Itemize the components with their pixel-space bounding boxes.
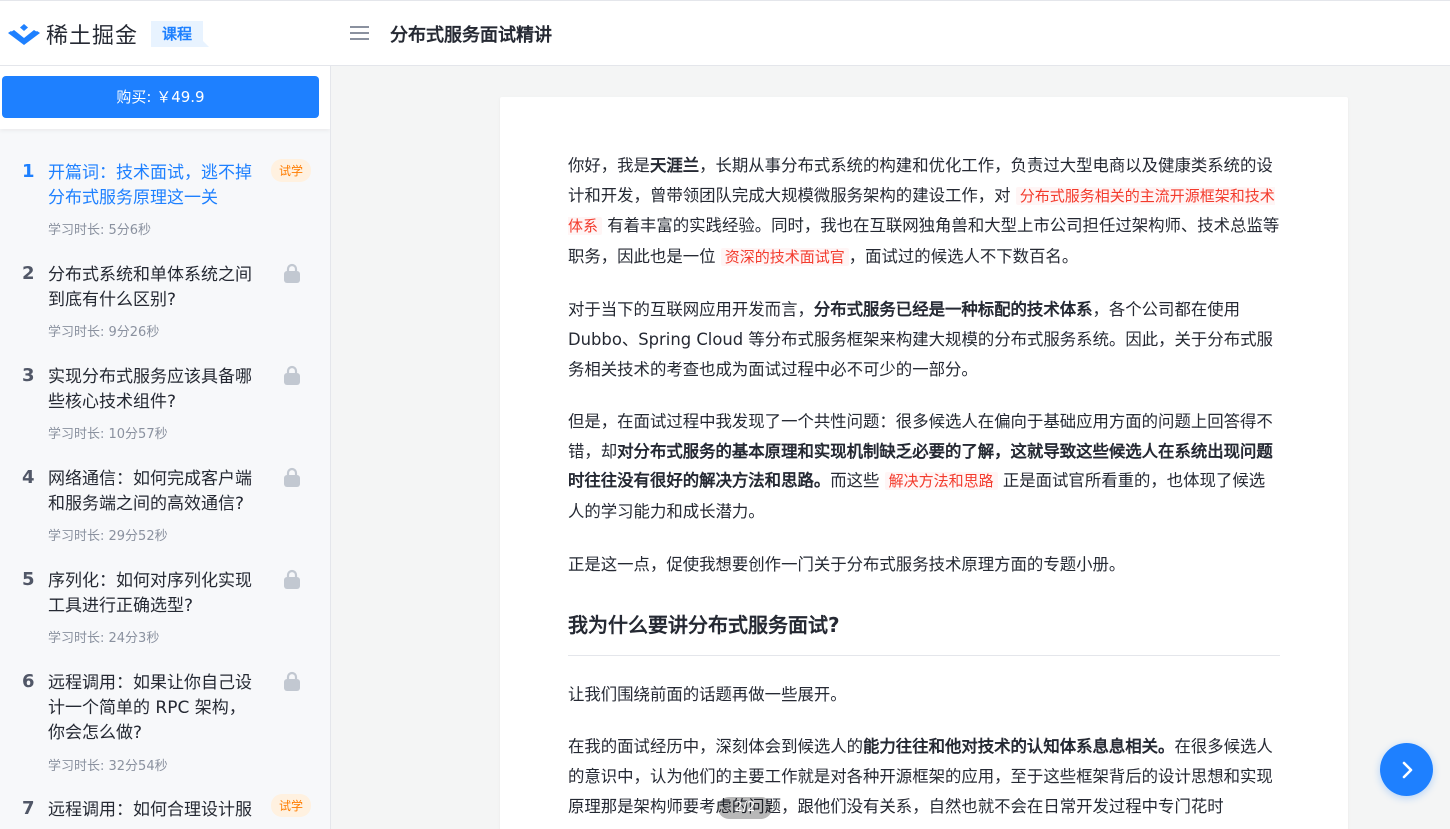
chapter-duration: 学习时长: 32分54秒	[48, 759, 168, 774]
buy-button[interactable]: 购买: ￥49.9	[2, 76, 319, 118]
brand-name: 稀土掘金	[46, 24, 139, 49]
chapter-title: 序列化：如何对序列化实现工具进行正确选型?	[48, 571, 252, 616]
page-title: 分布式服务面试精讲	[390, 25, 552, 46]
next-chapter-button[interactable]	[1380, 743, 1433, 796]
chapter-title: 分布式系统和单体系统之间到底有什么区别?	[48, 265, 252, 310]
trial-badge: 试学	[271, 794, 312, 817]
chapter-number: 4	[22, 467, 35, 488]
highlight-text: 解决方法和思路	[884, 472, 998, 491]
chapter-sidebar[interactable]: 购买: ￥49.9 1 开篇词：技术面试，逃不掉分布式服务原理这一关 试学 学习…	[0, 66, 331, 829]
chapter-title: 远程调用：如何合理设计服	[48, 800, 252, 820]
article-paragraph: 对于当下的互联网应用开发而言，分布式服务已经是一种标配的技术体系，各个公司都在使…	[568, 300, 1273, 379]
lock-icon	[284, 671, 300, 691]
chapter-number: 6	[22, 671, 35, 692]
chapter-number: 1	[22, 161, 35, 182]
highlight-text: 资深的技术面试官	[720, 247, 849, 266]
page-indicator: 2/2	[718, 797, 772, 819]
juejin-logo-icon	[8, 24, 40, 45]
article-paragraph: 在我的面试经历中，深刻体会到候选人的能力往往和他对技术的认知体系息息相关。在很多…	[568, 737, 1273, 816]
menu-icon[interactable]	[350, 26, 369, 41]
section-heading: 我为什么要讲分布式服务面试?	[568, 611, 1280, 656]
chapter-number: 3	[22, 365, 35, 386]
chapter-duration: 学习时长: 29分52秒	[48, 529, 168, 544]
lock-icon	[284, 263, 300, 283]
lock-icon	[284, 365, 300, 385]
course-tag[interactable]: 课程	[151, 21, 210, 47]
buy-area: 购买: ￥49.9	[0, 66, 330, 129]
article-body: 你好，我是天涯兰，长期从事分布式系统的构建和优化工作，负责过大型电商以及健康类系…	[568, 151, 1280, 829]
chapter-duration: 学习时长: 10分57秒	[48, 427, 168, 442]
lock-icon	[284, 569, 300, 589]
chapter-duration: 学习时长: 9分26秒	[48, 325, 160, 340]
chapter-duration: 学习时长: 5分6秒	[48, 223, 152, 238]
chapter-item[interactable]: 6 远程调用：如果让你自己设计一个简单的 RPC 架构，你会怎么做? 学习时长:…	[0, 671, 330, 786]
chapter-duration: 学习时长: 24分3秒	[48, 631, 160, 646]
chapter-title: 开篇词：技术面试，逃不掉分布式服务原理这一关	[48, 163, 252, 208]
article-paragraph: 让我们围绕前面的话题再做一些展开。	[568, 684, 847, 704]
chapter-item[interactable]: 2 分布式系统和单体系统之间到底有什么区别? 学习时长: 9分26秒	[0, 263, 330, 353]
article-card: 你好，我是天涯兰，长期从事分布式系统的构建和优化工作，负责过大型电商以及健康类系…	[500, 97, 1348, 829]
chapter-number: 2	[22, 263, 35, 284]
chevron-right-icon	[1402, 761, 1412, 778]
chapter-number: 7	[22, 798, 35, 819]
chapter-number: 5	[22, 569, 35, 590]
chapter-item[interactable]: 4 网络通信：如何完成客户端和服务端之间的高效通信? 学习时长: 29分52秒	[0, 467, 330, 557]
article-paragraph: 但是，在面试过程中我发现了一个共性问题：很多候选人在偏向于基础应用方面的问题上回…	[568, 412, 1273, 521]
top-header: 稀土掘金 课程 分布式服务面试精讲	[0, 0, 1450, 66]
lock-icon	[284, 467, 300, 487]
article-paragraph: 你好，我是天涯兰，长期从事分布式系统的构建和优化工作，负责过大型电商以及健康类系…	[568, 156, 1280, 266]
chapter-item[interactable]: 5 序列化：如何对序列化实现工具进行正确选型? 学习时长: 24分3秒	[0, 569, 330, 659]
article-paragraph: 正是这一点，促使我想要创作一门关于分布式服务技术原理方面的专题小册。	[568, 554, 1126, 574]
chapter-title: 远程调用：如果让你自己设计一个简单的 RPC 架构，你会怎么做?	[48, 673, 252, 743]
chapter-title: 实现分布式服务应该具备哪些核心技术组件?	[48, 367, 252, 412]
chapter-item[interactable]: 1 开篇词：技术面试，逃不掉分布式服务原理这一关 试学 学习时长: 5分6秒	[0, 159, 330, 251]
chapter-title: 网络通信：如何完成客户端和服务端之间的高效通信?	[48, 469, 252, 514]
chapter-item[interactable]: 3 实现分布式服务应该具备哪些核心技术组件? 学习时长: 10分57秒	[0, 365, 330, 455]
juejin-logo[interactable]: 稀土掘金 课程	[8, 19, 210, 49]
chapter-item[interactable]: 7 远程调用：如何合理设计服 试学	[0, 794, 330, 829]
trial-badge: 试学	[271, 159, 312, 182]
